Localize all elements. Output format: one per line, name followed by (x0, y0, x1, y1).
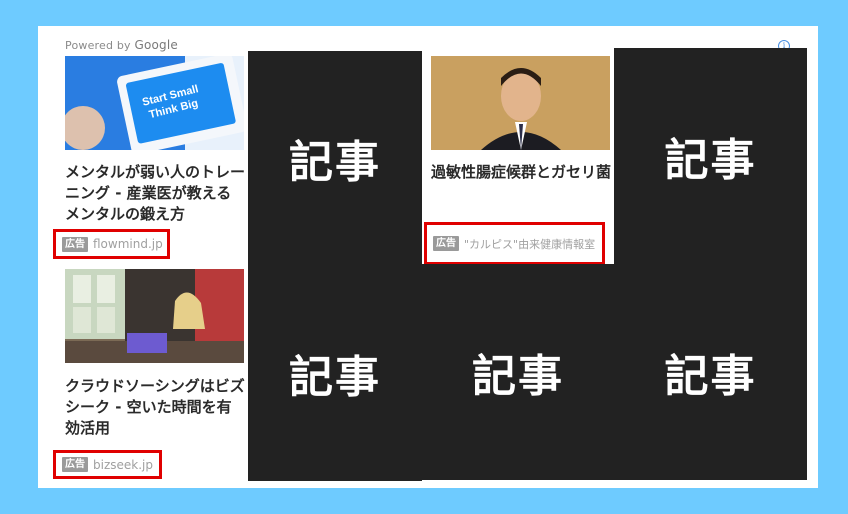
ad-badge: 広告 (62, 236, 88, 252)
source-highlight-box: 広告 "カルピス"由来健康情報室 (424, 222, 605, 265)
card-title[interactable]: クラウドソーシングはビズシーク - 空いた時間を有効活用 (65, 376, 245, 439)
card-thumbnail-laptop[interactable] (65, 269, 244, 363)
card-title[interactable]: メンタルが弱い人のトレーニング - 産業医が教えるメンタルの鍛え方 (65, 162, 245, 225)
article-placeholder-label: 記事 (472, 351, 564, 402)
source-highlight-box: 広告 bizseek.jp (53, 450, 162, 479)
source-domain[interactable]: "カルピス"由来健康情報室 (464, 236, 595, 252)
laptop-image (65, 269, 244, 363)
source-highlight-box: 広告 flowmind.jp (53, 229, 170, 259)
portrait-image (431, 56, 610, 150)
source-domain[interactable]: bizseek.jp (93, 458, 153, 472)
source-domain[interactable]: flowmind.jp (93, 237, 163, 251)
article-placeholder: 記事 (248, 264, 422, 481)
card-thumbnail-portrait[interactable] (431, 56, 610, 150)
article-placeholder: 記事 (614, 48, 807, 264)
article-placeholder-label: 記事 (664, 351, 757, 402)
article-placeholder-label: 記事 (289, 137, 381, 188)
powered-by-prefix: Powered by (65, 39, 131, 52)
article-placeholder-label: 記事 (664, 135, 757, 186)
article-placeholder: 記事 (248, 51, 422, 265)
article-placeholder-label: 記事 (289, 351, 381, 403)
tablet-image: Start Small Think Big (65, 56, 244, 150)
card-thumbnail-tablet[interactable]: Start Small Think Big (65, 56, 244, 150)
article-placeholder: 記事 (614, 264, 807, 480)
ad-badge: 広告 (62, 457, 88, 472)
article-placeholder: 記事 (422, 264, 614, 480)
powered-by-label: Powered by Google (65, 38, 178, 52)
ad-badge: 広告 (433, 236, 459, 251)
card-title[interactable]: 過敏性腸症候群とガセリ菌 (431, 162, 611, 183)
google-brand: Google (134, 38, 178, 52)
